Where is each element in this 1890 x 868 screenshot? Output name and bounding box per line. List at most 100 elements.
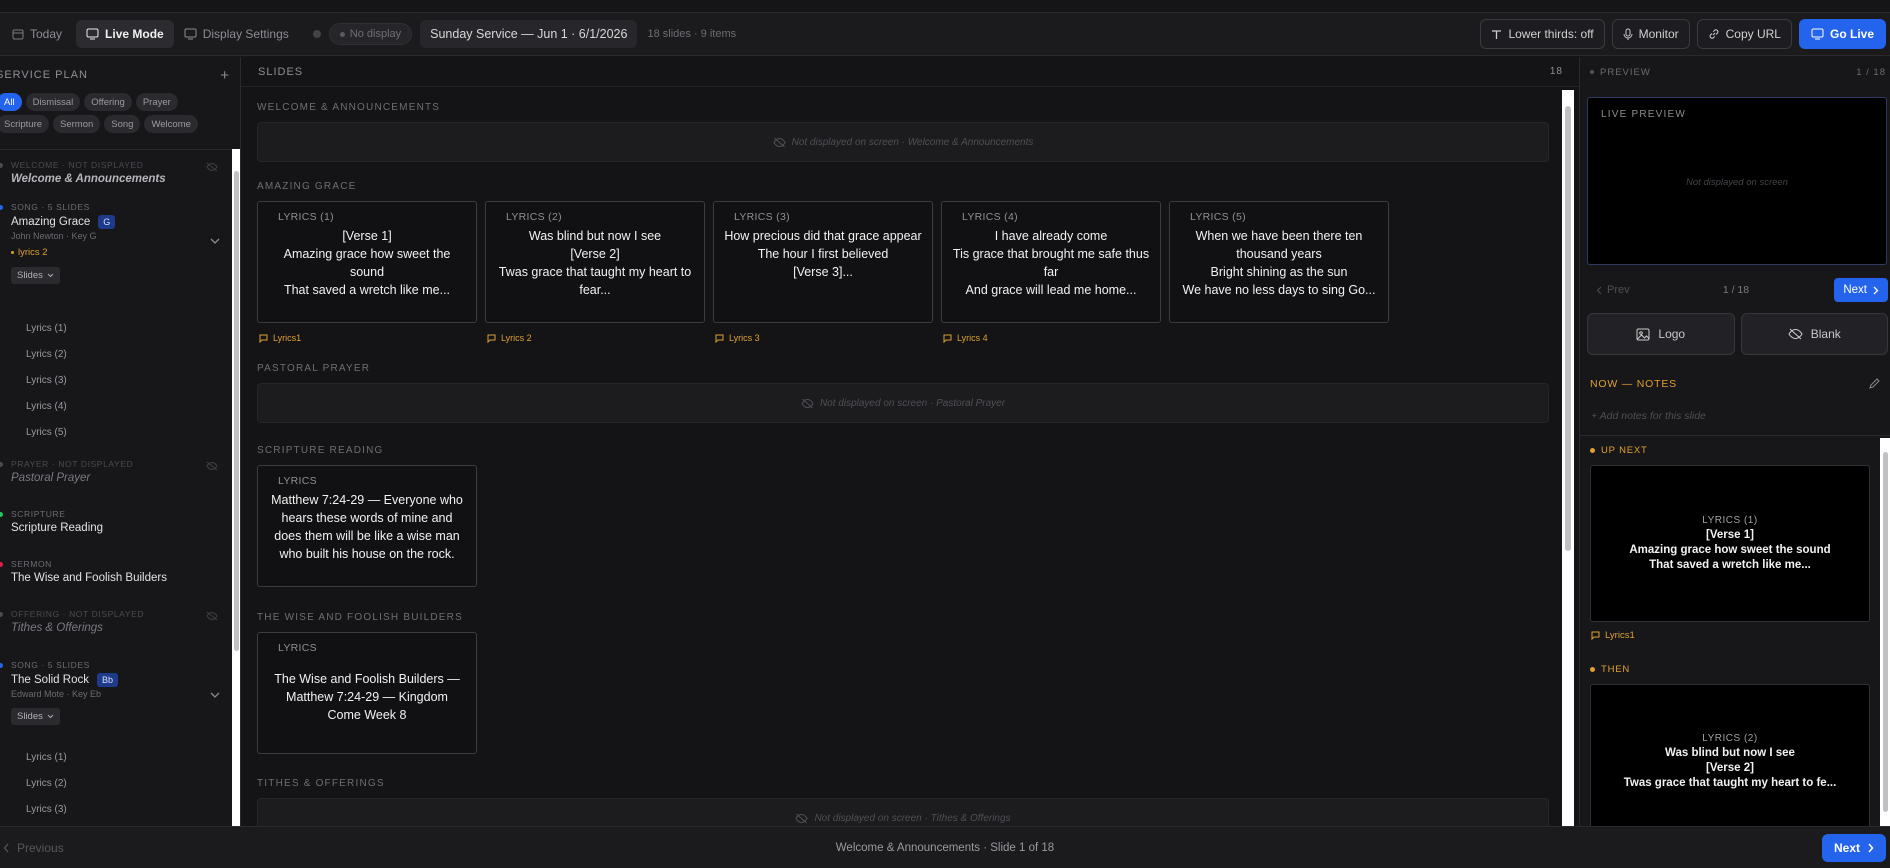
slide-card[interactable]: LYRICS (1) [Verse 1] Amazing grace how sw… bbox=[257, 201, 477, 344]
category-dot bbox=[0, 663, 3, 668]
filter-sermon[interactable]: Sermon bbox=[53, 115, 101, 133]
filter-dismissal[interactable]: Dismissal bbox=[25, 93, 81, 111]
preview-prev-button[interactable]: Prev bbox=[1588, 284, 1638, 296]
preview-next-button[interactable]: Next bbox=[1834, 278, 1888, 302]
preview-scrollbar[interactable] bbox=[1880, 438, 1890, 826]
service-selector[interactable]: Sunday Service — Jun 1 · 6/1/2026 bbox=[420, 20, 638, 48]
plan-item-scripture-reading[interactable]: SCRIPTURE Scripture Reading bbox=[0, 509, 230, 534]
filter-song[interactable]: Song bbox=[104, 115, 141, 133]
not-displayed-placeholder[interactable]: Not displayed on screen · Pastoral Praye… bbox=[257, 383, 1549, 423]
slide-card[interactable]: LYRICS (2) Was blind but now I see [Verse… bbox=[485, 201, 705, 344]
slides-scroll-thumb[interactable] bbox=[1565, 106, 1571, 551]
eye-off-icon bbox=[795, 813, 808, 823]
slide-link[interactable]: Lyrics (3) bbox=[0, 804, 67, 815]
comment-icon bbox=[487, 334, 496, 343]
slide-card-label: LYRICS bbox=[278, 475, 317, 487]
display-settings-tab[interactable]: Display Settings bbox=[174, 20, 299, 48]
slide-card[interactable]: LYRICS (4) I have already come Tis grace … bbox=[941, 201, 1161, 344]
today-button[interactable]: Today bbox=[4, 20, 72, 48]
eye-off-icon bbox=[1788, 328, 1803, 340]
plan-item-title: Tithes & Offerings bbox=[11, 622, 103, 634]
no-display-badge: No display bbox=[328, 23, 413, 45]
preview-dot bbox=[1590, 69, 1594, 74]
plan-item-amazing-grace[interactable]: SONG · 5 SLIDES Amazing Grace G John Newt… bbox=[0, 202, 230, 284]
slide-link[interactable]: Lyrics (1) bbox=[0, 752, 67, 763]
section-amazing-grace: AMAZING GRACE LYRICS (1) [Verse 1] Amazin… bbox=[257, 181, 1549, 344]
up-next-dot bbox=[1590, 447, 1595, 453]
slides-dropdown[interactable]: Slides bbox=[11, 267, 60, 284]
plan-item-category: SERMON bbox=[11, 559, 52, 569]
slide-status: Welcome & Announcements · Slide 1 of 18 bbox=[835, 841, 1055, 854]
add-item-button[interactable]: + bbox=[220, 67, 230, 84]
slide-card[interactable]: LYRICS (5) When we have been there ten th… bbox=[1169, 201, 1389, 344]
calendar-icon bbox=[12, 29, 24, 40]
next-button[interactable]: Next bbox=[1821, 833, 1886, 862]
plan-item-solid-rock[interactable]: SONG · 5 SLIDES The Solid Rock Bb Edward … bbox=[0, 660, 230, 725]
slide-card-text: I have already come Tis grace that broug… bbox=[952, 229, 1150, 297]
live-mode-tab[interactable]: Live Mode bbox=[76, 20, 174, 48]
up-next-card[interactable]: LYRICS (1) [Verse 1] Amazing grace how s… bbox=[1590, 465, 1870, 622]
slides-dropdown[interactable]: Slides bbox=[11, 708, 60, 725]
slide-link[interactable]: Lyrics (2) bbox=[0, 349, 67, 360]
slide-card-text: When we have been there ten thousand yea… bbox=[1182, 229, 1376, 297]
not-displayed-placeholder[interactable]: Not displayed on screen · Welcome & Anno… bbox=[257, 122, 1549, 162]
chevron-down-icon[interactable] bbox=[210, 692, 220, 698]
lower-thirds-button[interactable]: Lower thirds: off bbox=[1480, 19, 1605, 49]
sidebar-scroll-thumb[interactable] bbox=[234, 171, 239, 651]
go-live-label: Go Live bbox=[1829, 27, 1874, 41]
monitor-label: Monitor bbox=[1638, 27, 1679, 41]
filter-offering[interactable]: Offering bbox=[84, 93, 132, 111]
slide-card[interactable]: LYRICS Matthew 7:24-29 — Everyone who hea… bbox=[257, 465, 477, 587]
slides-count: 18 bbox=[1549, 66, 1563, 77]
logo-button[interactable]: Logo bbox=[1587, 313, 1735, 355]
display-settings-label: Display Settings bbox=[202, 27, 289, 41]
sidebar-scrollbar[interactable] bbox=[232, 149, 240, 826]
monitor-button[interactable]: Monitor bbox=[1611, 19, 1690, 49]
preview-page-counter: 1 / 18 bbox=[1722, 284, 1750, 296]
filter-prayer[interactable]: Prayer bbox=[135, 93, 178, 111]
slide-link[interactable]: Lyrics (1) bbox=[0, 323, 67, 334]
slide-link[interactable]: Lyrics (4) bbox=[0, 401, 67, 412]
slide-link[interactable]: Lyrics (5) bbox=[0, 427, 67, 438]
blank-button[interactable]: Blank bbox=[1740, 313, 1888, 355]
slide-link[interactable]: Lyrics (3) bbox=[0, 375, 67, 386]
copy-url-button[interactable]: Copy URL bbox=[1696, 19, 1792, 49]
service-plan-sidebar: SERVICE PLAN + All Dismissal Offering Pra… bbox=[0, 57, 241, 826]
divider bbox=[1580, 435, 1890, 436]
eye-off-icon bbox=[773, 137, 786, 147]
pencil-icon[interactable] bbox=[1868, 378, 1880, 390]
slide-card[interactable]: LYRICS (3) How precious did that grace ap… bbox=[713, 201, 933, 344]
filter-all[interactable]: All bbox=[0, 93, 22, 111]
plan-item-title: The Wise and Foolish Builders bbox=[11, 572, 167, 584]
plan-item-category: WELCOME · NOT DISPLAYED bbox=[11, 160, 144, 170]
plan-item-tithes-offerings[interactable]: OFFERING · NOT DISPLAYED Tithes & Offeri… bbox=[0, 609, 230, 634]
section-title: WELCOME & ANNOUNCEMENTS bbox=[257, 102, 441, 113]
plan-item-pastoral-prayer[interactable]: PRAYER · NOT DISPLAYED Pastoral Prayer bbox=[0, 459, 230, 484]
slide-card[interactable]: LYRICS The Wise and Foolish Builders — Ma… bbox=[257, 632, 477, 754]
lower-thirds-label: Lower thirds: off bbox=[1508, 27, 1594, 41]
slide-card-label: LYRICS (4) bbox=[962, 211, 1018, 223]
slide-card-label: LYRICS (3) bbox=[734, 211, 790, 223]
add-notes-button[interactable]: + Add notes for this slide bbox=[1580, 410, 1890, 422]
plan-item-welcome[interactable]: WELCOME · NOT DISPLAYED Welcome & Announ… bbox=[0, 160, 230, 185]
slides-dropdown-label: Slides bbox=[17, 270, 43, 281]
plan-item-category: OFFERING · NOT DISPLAYED bbox=[11, 609, 145, 619]
slides-scrollbar[interactable] bbox=[1562, 90, 1574, 826]
go-live-button[interactable]: Go Live bbox=[1798, 19, 1886, 49]
previous-button[interactable]: Previous bbox=[3, 841, 64, 855]
plan-item-title: Welcome & Announcements bbox=[11, 173, 166, 185]
plan-item-category: SONG · 5 SLIDES bbox=[11, 660, 90, 670]
section-title: SCRIPTURE READING bbox=[257, 445, 384, 456]
slide-card-note: Lyrics 3 bbox=[729, 333, 760, 343]
live-preview-status: Not displayed on screen bbox=[1686, 177, 1788, 188]
chevron-down-icon[interactable] bbox=[210, 238, 220, 244]
slide-link[interactable]: Lyrics (2) bbox=[0, 778, 67, 789]
preview-scroll-thumb[interactable] bbox=[1883, 452, 1888, 812]
filter-welcome[interactable]: Welcome bbox=[144, 115, 198, 133]
then-card[interactable]: LYRICS (2) Was blind but now I see [Vers… bbox=[1590, 684, 1870, 826]
then-label: LYRICS (2) bbox=[1702, 733, 1758, 744]
chevron-down-icon bbox=[47, 273, 54, 278]
slide-card-label: LYRICS (5) bbox=[1190, 211, 1246, 223]
filter-scripture[interactable]: Scripture bbox=[0, 115, 50, 133]
plan-item-sermon[interactable]: SERMON The Wise and Foolish Builders bbox=[0, 559, 230, 584]
